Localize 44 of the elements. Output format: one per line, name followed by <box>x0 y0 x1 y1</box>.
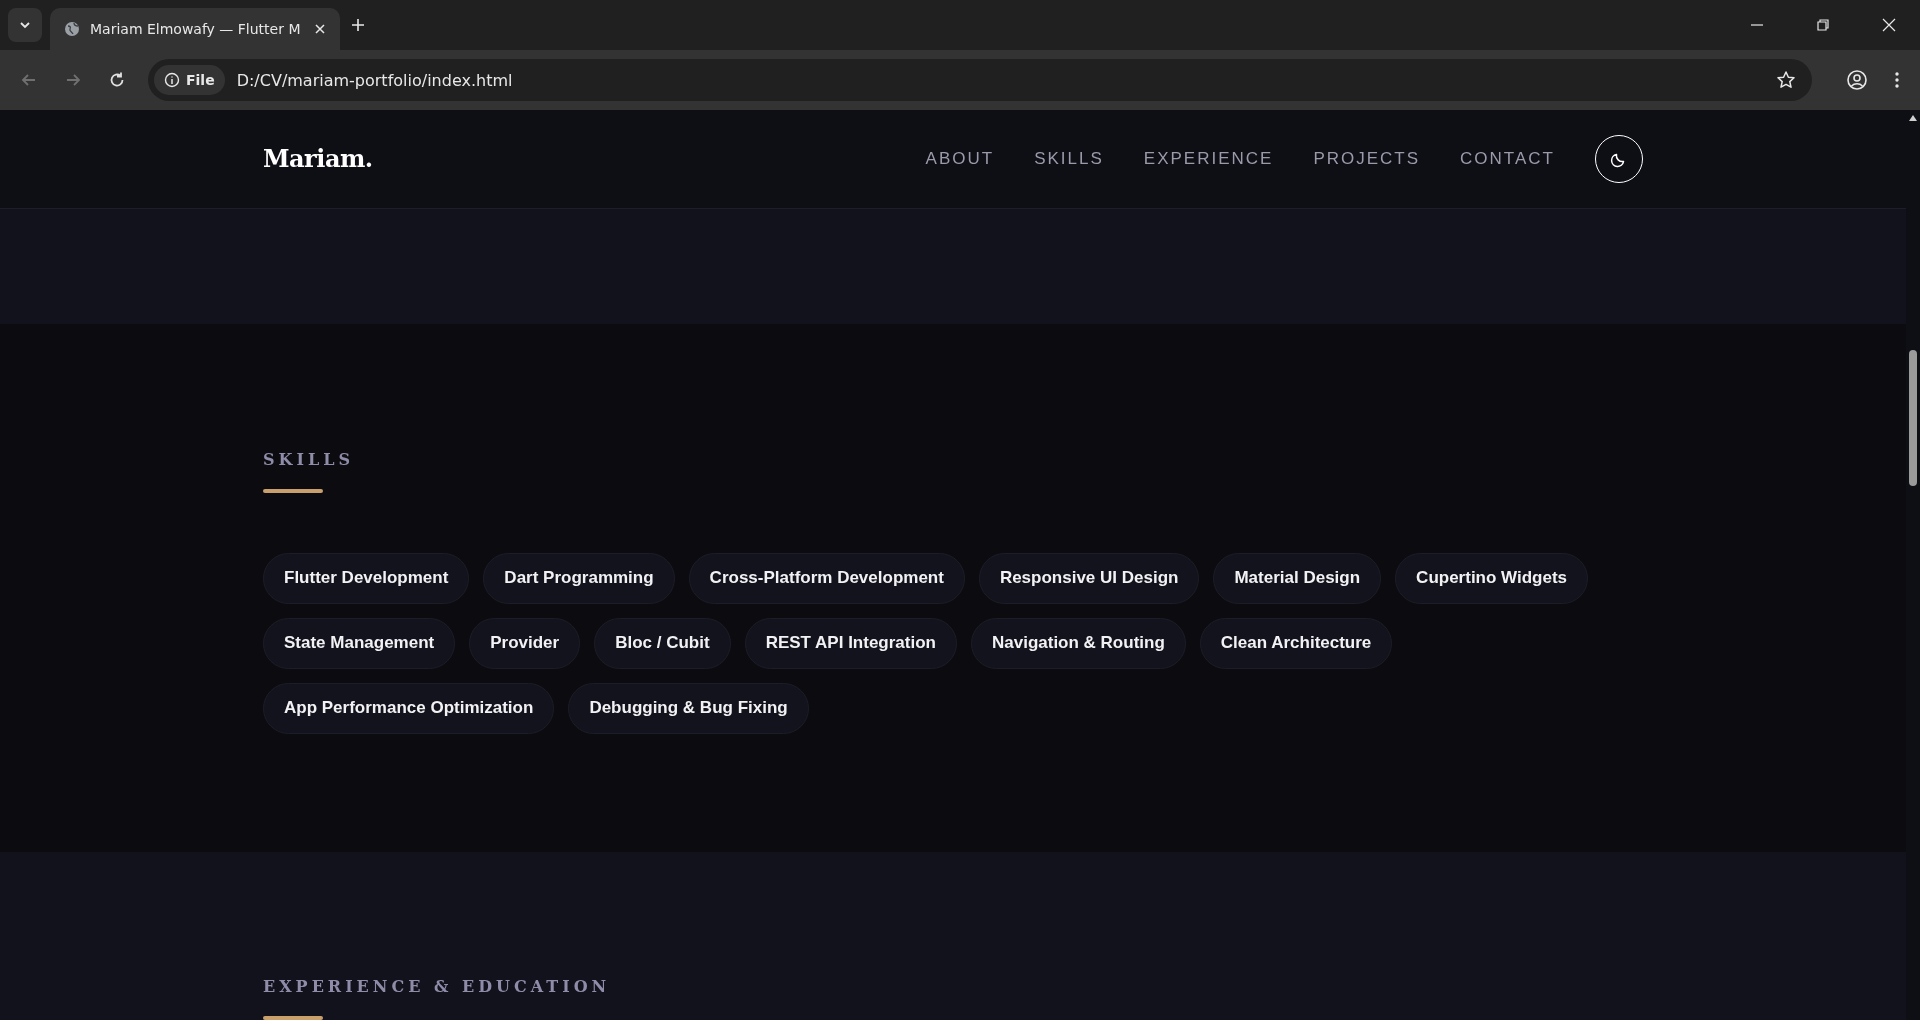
nav-link[interactable]: PROJECTS <box>1313 148 1421 169</box>
section-heading: EXPERIENCE & EDUCATION <box>263 977 612 996</box>
restore-icon[interactable] <box>1816 18 1830 32</box>
scrollbar[interactable] <box>1906 110 1920 1020</box>
skill-tag: Navigation & Routing <box>970 617 1186 669</box>
globe-icon <box>64 21 80 37</box>
url-text: D:/CV/mariam-portfolio/index.html <box>236 70 513 90</box>
tab-search-button[interactable] <box>8 8 42 42</box>
skill-tag: Debugging & Bug Fixing <box>568 682 809 734</box>
skill-tag: Provider <box>469 617 581 669</box>
section-heading: SKILLS <box>263 449 355 469</box>
menu-icon[interactable] <box>1894 71 1900 89</box>
skill-tag: Dart Programming <box>483 552 675 604</box>
address-bar[interactable]: File D:/CV/mariam-portfolio/index.html <box>148 59 1812 101</box>
star-icon[interactable] <box>1776 70 1796 90</box>
skill-tag: Clean Architecture <box>1199 617 1393 669</box>
skill-tag: Cross-Platform Development <box>688 552 965 604</box>
scrollbar-thumb[interactable] <box>1909 350 1917 486</box>
skill-tag: Cupertino Widgets <box>1395 552 1589 604</box>
skill-tag: Material Design <box>1213 552 1382 604</box>
new-tab-icon[interactable] <box>350 17 366 33</box>
nav-link[interactable]: ABOUT <box>925 148 995 169</box>
heading-underline <box>263 488 323 493</box>
site-info-button[interactable]: File <box>154 65 225 95</box>
skill-tag: REST API Integration <box>744 617 957 669</box>
nav-link[interactable]: EXPERIENCE <box>1143 148 1274 169</box>
profile-icon[interactable] <box>1846 69 1868 91</box>
chevron-down-icon <box>19 19 31 31</box>
scroll-up-icon[interactable] <box>1908 114 1918 122</box>
nav-link[interactable]: SKILLS <box>1034 148 1104 169</box>
browser-tab[interactable]: Mariam Elmowafy — Flutter M <box>50 8 340 50</box>
skill-tag: Responsive UI Design <box>978 552 1200 604</box>
skill-tag: State Management <box>263 617 456 669</box>
nav-link[interactable]: CONTACT <box>1460 148 1555 169</box>
logo[interactable]: Mariam. <box>263 144 373 174</box>
tab-title: Mariam Elmowafy — Flutter M <box>90 21 302 37</box>
skill-tag: App Performance Optimization <box>263 682 555 734</box>
heading-underline <box>263 1016 323 1020</box>
skill-tag: Bloc / Cubit <box>594 617 731 669</box>
skill-tag: Flutter Development <box>263 552 470 604</box>
close-icon[interactable] <box>314 23 326 35</box>
info-icon <box>164 72 180 88</box>
close-window-icon[interactable] <box>1882 18 1896 32</box>
reload-icon[interactable] <box>108 71 126 89</box>
